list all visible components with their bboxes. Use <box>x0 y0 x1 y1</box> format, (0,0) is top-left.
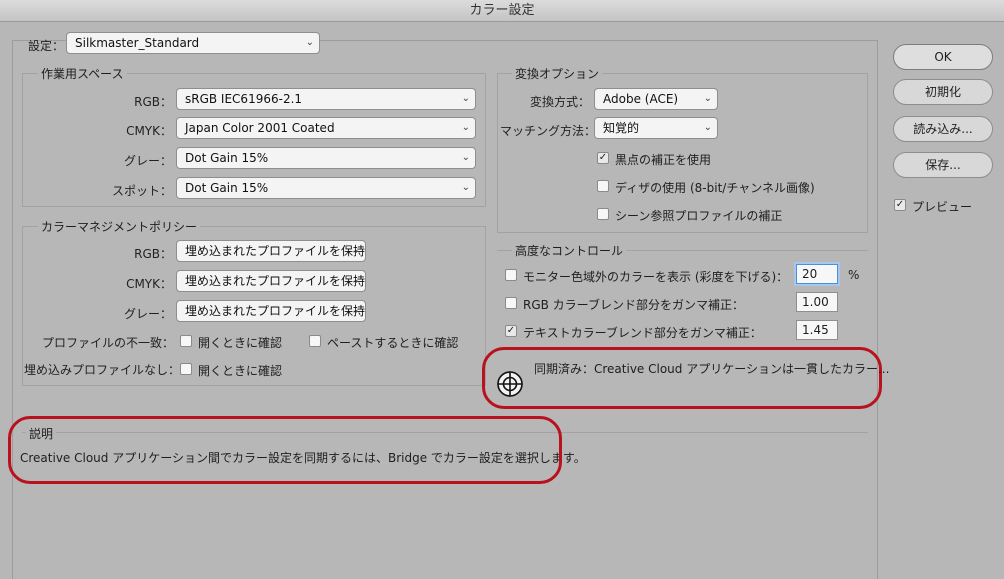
sync-target-icon <box>496 370 524 398</box>
workspace-gray-label: グレー： <box>123 154 172 168</box>
policy-cmyk-value: 埋め込まれたプロファイルを保持 <box>185 274 366 288</box>
description-highlight-oval <box>8 416 562 484</box>
chevron-down-icon: ⌄ <box>461 122 470 133</box>
missing-open-checkbox[interactable] <box>180 363 192 375</box>
mismatch-paste-label: ペーストするときに確認 <box>327 336 459 350</box>
load-button[interactable]: 読み込み... <box>893 116 993 142</box>
policy-cmyk-select[interactable]: 埋め込まれたプロファイルを保持 ⌄ <box>176 270 366 292</box>
chevron-down-icon: ⌄ <box>461 152 470 163</box>
policy-mismatch-label: プロファイルの不一致： <box>41 336 174 350</box>
chevron-down-icon: ⌄ <box>351 245 360 256</box>
mismatch-paste-checkbox[interactable] <box>309 335 321 347</box>
policy-missing-label: 埋め込みプロファイルなし： <box>24 363 181 377</box>
workspace-gray-value: Dot Gain 15% <box>185 151 269 165</box>
text-blend-input[interactable]: 1.45 <box>796 320 838 340</box>
rgb-blend-input[interactable]: 1.00 <box>796 292 838 312</box>
chevron-down-icon: ⌄ <box>305 37 314 48</box>
engine-select[interactable]: Adobe (ACE) ⌄ <box>594 88 718 110</box>
intent-select[interactable]: 知覚的 ⌄ <box>594 117 718 139</box>
dither-checkbox[interactable] <box>597 180 609 192</box>
sync-status-text: 同期済み：Creative Cloud アプリケーションは一貫したカラー... <box>534 362 890 376</box>
engine-value: Adobe (ACE) <box>603 92 679 106</box>
sync-highlight-oval <box>482 347 882 409</box>
workspace-spot-value: Dot Gain 15% <box>185 181 269 195</box>
chevron-down-icon: ⌄ <box>351 275 360 286</box>
chevron-down-icon: ⌄ <box>461 182 470 193</box>
text-blend-label: テキストカラーブレンド部分をガンマ補正： <box>523 326 762 340</box>
desaturate-label: モニター色域外のカラーを表示 (彩度を下げる)： <box>523 270 789 284</box>
policy-rgb-select[interactable]: 埋め込まれたプロファイルを保持 ⌄ <box>176 240 366 262</box>
ok-button[interactable]: OK <box>893 44 993 70</box>
desaturate-checkbox[interactable] <box>505 269 517 281</box>
scene-label: シーン参照プロファイルの補正 <box>615 209 783 223</box>
workspace-rgb-label: RGB： <box>134 95 172 109</box>
missing-open-label: 開くときに確認 <box>198 364 283 378</box>
window-title: カラー設定 <box>469 3 535 18</box>
intent-label: マッチング方法： <box>500 124 597 138</box>
text-blend-checkbox[interactable]: ✓ <box>505 325 517 337</box>
workspace-cmyk-label: CMYK： <box>126 124 172 138</box>
settings-value: Silkmaster_Standard <box>75 36 200 50</box>
policy-title: カラーマネジメントポリシー <box>38 218 201 235</box>
reset-button[interactable]: 初期化 <box>893 79 993 105</box>
bpc-checkbox[interactable]: ✓ <box>597 152 609 164</box>
settings-label: 設定： <box>27 39 64 53</box>
mismatch-open-checkbox[interactable] <box>180 335 192 347</box>
policy-rgb-value: 埋め込まれたプロファイルを保持 <box>185 244 366 258</box>
desaturate-input[interactable]: 20 <box>796 264 838 284</box>
policy-rgb-label: RGB： <box>134 247 172 261</box>
policy-gray-select[interactable]: 埋め込まれたプロファイルを保持 ⌄ <box>176 300 366 322</box>
save-button[interactable]: 保存... <box>893 152 993 178</box>
advanced-title: 高度なコントロール <box>512 242 627 259</box>
preview-label: プレビュー <box>912 200 973 214</box>
dither-label: ディザの使用 (8-bit/チャンネル画像) <box>615 181 815 195</box>
workspace-cmyk-select[interactable]: Japan Color 2001 Coated ⌄ <box>176 117 476 139</box>
rgb-blend-checkbox[interactable] <box>505 297 517 309</box>
settings-select[interactable]: Silkmaster_Standard ⌄ <box>66 32 320 54</box>
workspace-rgb-select[interactable]: sRGB IEC61966-2.1 ⌄ <box>176 88 476 110</box>
conversion-title: 変換オプション <box>512 65 603 82</box>
policy-gray-label: グレー： <box>123 307 172 321</box>
scene-checkbox[interactable] <box>597 208 609 220</box>
window-titlebar: カラー設定 <box>0 0 1004 22</box>
engine-label: 変換方式： <box>529 95 590 109</box>
workspace-gray-select[interactable]: Dot Gain 15% ⌄ <box>176 147 476 169</box>
chevron-down-icon: ⌄ <box>351 305 360 316</box>
desaturate-unit: % <box>848 268 860 282</box>
workspace-rgb-value: sRGB IEC61966-2.1 <box>185 92 303 106</box>
workspace-spot-select[interactable]: Dot Gain 15% ⌄ <box>176 177 476 199</box>
bpc-label: 黒点の補正を使用 <box>615 153 712 167</box>
workspace-spot-label: スポット： <box>111 184 172 198</box>
policy-cmyk-label: CMYK： <box>126 277 172 291</box>
rgb-blend-label: RGB カラーブレンド部分をガンマ補正： <box>523 298 744 312</box>
chevron-down-icon: ⌄ <box>703 93 712 104</box>
workspace-cmyk-value: Japan Color 2001 Coated <box>185 121 335 135</box>
preview-checkbox[interactable]: ✓ <box>894 199 906 211</box>
workspace-title: 作業用スペース <box>38 65 127 82</box>
mismatch-open-label: 開くときに確認 <box>198 336 283 350</box>
intent-value: 知覚的 <box>603 121 640 135</box>
color-settings-dialog: 設定： Silkmaster_Standard ⌄ 作業用スペース RGB： s… <box>0 22 1004 579</box>
chevron-down-icon: ⌄ <box>461 93 470 104</box>
policy-gray-value: 埋め込まれたプロファイルを保持 <box>185 304 366 318</box>
chevron-down-icon: ⌄ <box>703 122 712 133</box>
